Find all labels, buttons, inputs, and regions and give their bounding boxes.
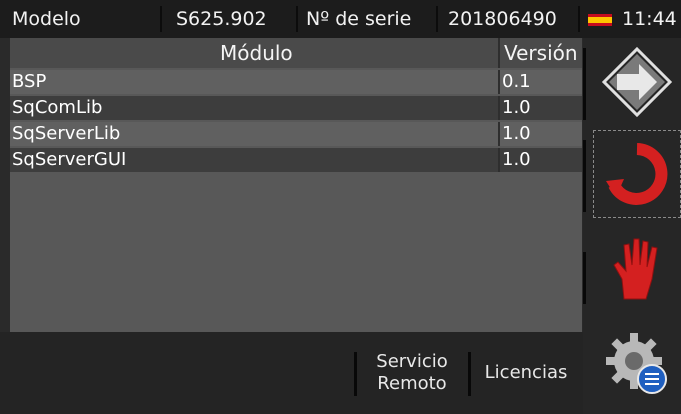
module-name: BSP bbox=[12, 71, 47, 92]
settings-button[interactable] bbox=[593, 320, 681, 408]
divider bbox=[583, 140, 586, 212]
model-value: S625.902 bbox=[176, 8, 267, 30]
column-header-version: Versión bbox=[504, 41, 578, 65]
remote-service-label-line1: Servicio bbox=[376, 351, 448, 372]
remote-service-button[interactable]: Servicio Remoto bbox=[357, 332, 467, 414]
table-header: Módulo Versión bbox=[10, 38, 582, 68]
column-header-module: Módulo bbox=[220, 41, 293, 65]
table-row[interactable]: BSP 0.1 bbox=[10, 70, 582, 94]
column-divider bbox=[498, 96, 500, 120]
module-name: SqComLib bbox=[12, 97, 103, 118]
column-divider bbox=[498, 148, 500, 172]
licenses-label: Licencias bbox=[484, 362, 568, 383]
module-version: 1.0 bbox=[502, 97, 531, 118]
stop-hand-icon bbox=[613, 238, 658, 300]
remote-service-label-line2: Remoto bbox=[377, 373, 447, 394]
right-toolbar bbox=[583, 38, 681, 414]
refresh-circle-icon bbox=[606, 143, 668, 205]
divider bbox=[436, 6, 438, 32]
bottom-button-bar: Servicio Remoto Licencias bbox=[0, 332, 583, 414]
spain-flag-icon bbox=[588, 14, 612, 26]
module-name: SqServerLib bbox=[12, 123, 121, 144]
forward-button[interactable] bbox=[593, 38, 681, 126]
column-divider bbox=[498, 70, 500, 94]
top-status-bar: Modelo S625.902 Nº de serie 201806490 11… bbox=[0, 0, 681, 38]
divider bbox=[160, 6, 162, 32]
serial-label: Nº de serie bbox=[306, 8, 412, 30]
module-name: SqServerGUI bbox=[12, 149, 127, 170]
module-version: 1.0 bbox=[502, 149, 531, 170]
divider bbox=[583, 48, 586, 120]
licenses-button[interactable]: Licencias bbox=[471, 332, 581, 414]
module-version-table: Módulo Versión BSP 0.1 SqComLib 1.0 SqSe… bbox=[10, 38, 582, 332]
table-row[interactable]: SqServerGUI 1.0 bbox=[10, 148, 582, 172]
column-divider bbox=[498, 38, 500, 68]
table-row[interactable]: SqServerLib 1.0 bbox=[10, 122, 582, 146]
module-version: 0.1 bbox=[502, 71, 531, 92]
divider bbox=[583, 252, 586, 304]
forward-arrow-icon bbox=[601, 46, 673, 118]
clock-time: 11:44 bbox=[622, 8, 677, 30]
settings-gear-list-icon bbox=[606, 333, 667, 394]
model-label: Modelo bbox=[12, 8, 81, 30]
stop-button[interactable] bbox=[593, 224, 681, 312]
divider bbox=[296, 6, 298, 32]
refresh-button[interactable] bbox=[593, 130, 681, 218]
table-row[interactable]: SqComLib 1.0 bbox=[10, 96, 582, 120]
serial-value: 201806490 bbox=[448, 8, 557, 30]
divider bbox=[578, 6, 580, 32]
column-divider bbox=[498, 122, 500, 146]
module-version: 1.0 bbox=[502, 123, 531, 144]
